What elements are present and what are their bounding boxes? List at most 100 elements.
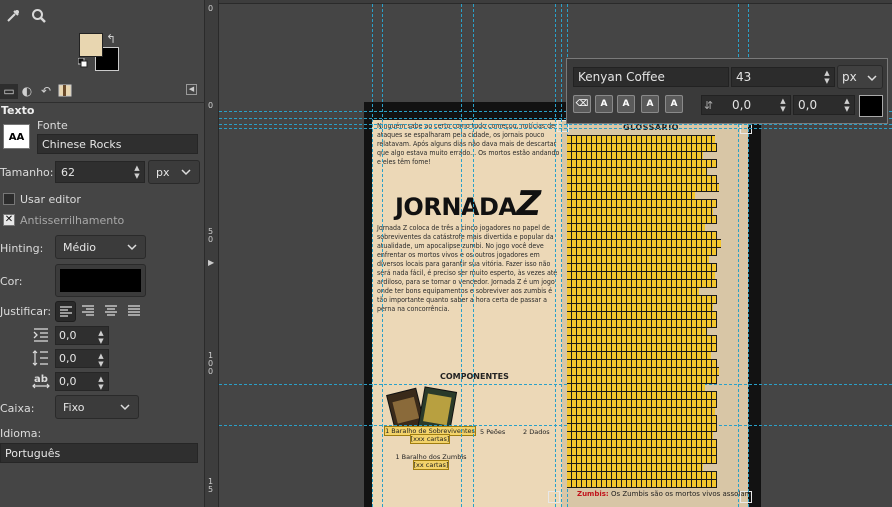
spin-arrows-icon[interactable]: ▲ ▼ (97, 352, 105, 368)
tool-options-icon[interactable]: ▭ (0, 84, 18, 99)
justify-left-button[interactable] (55, 301, 76, 322)
tab-menu-icon[interactable]: ◀ (186, 84, 197, 95)
text-color-swatch (60, 269, 141, 292)
size-label: Tamanho: (0, 166, 54, 179)
toolbox-font-input[interactable]: Kenyan Coffee (573, 67, 729, 87)
strikethrough-button[interactable]: A (665, 95, 683, 113)
underline-button[interactable]: A (641, 95, 659, 113)
toolbox-color-button[interactable] (859, 95, 883, 117)
justify-label: Justificar: (0, 305, 52, 318)
clear-style-button[interactable]: ⌫ (573, 95, 591, 113)
box-value: Fixo (63, 401, 85, 414)
language-label: Idioma: (0, 427, 42, 440)
component-count: [xxx cartas] (409, 434, 451, 444)
component-pawns: 5 Peões (480, 428, 506, 436)
box-select[interactable]: Fixo (55, 395, 139, 419)
jornada-z-logo: JORNADAZ (395, 184, 541, 224)
dock-tabs: ▭ ◐ ↶ (0, 81, 205, 103)
foreground-color-swatch[interactable] (79, 33, 103, 57)
line-spacing-input[interactable]: 0,0 ▲ ▼ (55, 349, 109, 368)
letter-spacing-input[interactable]: 0,0 ▲ ▼ (55, 372, 109, 391)
antialias-checkbox[interactable]: ✕ (3, 214, 15, 226)
zoom-icon[interactable] (31, 8, 47, 24)
chevron-down-icon (867, 75, 877, 82)
color-picker-icon[interactable] (5, 8, 21, 24)
align-left-icon (60, 306, 72, 317)
description-text: Jornada Z coloca de três a cinco jogador… (377, 224, 558, 313)
bold-button[interactable]: A (595, 95, 613, 113)
svg-text:ab: ab (34, 374, 48, 385)
indent-icon (32, 326, 50, 344)
component-zombie-deck: 1 Baralho dos Zumbis [xx cartas] (390, 453, 472, 470)
chevron-down-icon (120, 404, 130, 411)
ruler-label: 0 (208, 101, 214, 110)
align-center-icon (105, 305, 117, 316)
logo-text: JORNADA (395, 193, 517, 221)
component-survivor-deck: 1 Baralho de Sobreviventes [xxx cartas] (382, 426, 478, 444)
indent-input[interactable]: 0,0 ▲ ▼ (55, 326, 109, 345)
use-editor-label: Usar editor (20, 193, 81, 206)
component-count: [xx cartas] (412, 460, 450, 470)
baseline-value: 0,0 (732, 98, 752, 112)
antialias-label: Antisserrilhamento (20, 214, 125, 227)
size-unit-value: px (156, 166, 170, 179)
spin-arrows-icon[interactable]: ▲ ▼ (97, 329, 105, 345)
kerning-input[interactable]: 0,0 ▲ ▼ (793, 95, 855, 115)
text-box-handle[interactable] (740, 491, 752, 503)
spin-arrows-icon[interactable]: ▲ ▼ (779, 97, 787, 113)
box-label: Caixa: (0, 402, 35, 415)
indent-value: 0,0 (59, 329, 77, 342)
text-color-button[interactable] (55, 264, 146, 297)
ruler-label: 0 (208, 4, 214, 13)
chevron-down-icon (181, 169, 191, 176)
toolbox-size-input[interactable]: 43 ▲ ▼ (731, 67, 835, 87)
justify-fill-button[interactable] (124, 301, 145, 322)
ruler-toggle-icon[interactable]: ▶ (208, 258, 214, 267)
spin-arrows-icon[interactable]: ▲ ▼ (97, 375, 105, 391)
guide-vertical[interactable] (461, 4, 462, 507)
toolbox-unit-value: px (842, 70, 857, 84)
kerning-value: 0,0 (798, 98, 818, 112)
size-input[interactable]: 62 ▲ ▼ (55, 161, 145, 183)
use-editor-checkbox[interactable] (3, 193, 15, 205)
guide-vertical[interactable] (382, 4, 383, 507)
text-box-handle[interactable] (548, 491, 560, 503)
glossary-definition: Os Zumbis são os mortos vivos assolam (608, 490, 752, 498)
spin-arrows-icon[interactable]: ▲ ▼ (133, 164, 141, 180)
ruler-label: 5 0 (208, 227, 214, 244)
guide-vertical[interactable] (372, 4, 373, 507)
glossary-last-entry: Zumbis: Os Zumbis são os mortos vivos as… (577, 490, 751, 498)
guide-vertical[interactable] (561, 4, 562, 507)
baseline-input[interactable]: ⇵ 0,0 ▲ ▼ (701, 95, 791, 115)
on-canvas-text-toolbox: Kenyan Coffee 43 ▲ ▼ px ⌫ A A A A ⇵ 0,0 ▲… (566, 58, 888, 124)
guide-vertical[interactable] (555, 4, 556, 507)
glossary-term: Zumbis: (577, 490, 609, 498)
reset-colors-icon[interactable] (77, 57, 88, 68)
hinting-select[interactable]: Médio (55, 235, 146, 259)
size-value: 62 (61, 166, 75, 179)
chevron-down-icon (127, 244, 137, 251)
font-input[interactable]: Chinese Rocks (37, 134, 198, 154)
font-preview-thumbnail[interactable]: AA (3, 124, 30, 149)
images-icon[interactable] (57, 84, 73, 99)
hinting-label: Hinting: (0, 242, 44, 255)
justify-right-button[interactable] (78, 301, 99, 322)
components-title: COMPONENTES (440, 372, 509, 381)
swap-colors-icon[interactable]: ↰ (106, 32, 116, 46)
italic-button[interactable]: A (617, 95, 635, 113)
logo-z: Z (516, 184, 541, 224)
justify-center-button[interactable] (101, 301, 122, 322)
toolbox-unit-select[interactable]: px (837, 65, 883, 89)
letter-spacing-value: 0,0 (59, 375, 77, 388)
spin-arrows-icon[interactable]: ▲ ▼ (823, 69, 831, 85)
language-input[interactable]: Português (0, 443, 198, 463)
vertical-ruler[interactable]: 0 0 5 0 1 0 0 1 5 ▶ (205, 0, 219, 507)
device-status-icon[interactable]: ◐ (19, 84, 35, 99)
toolbox-size-value: 43 (736, 70, 752, 84)
spin-arrows-icon[interactable]: ▲ ▼ (843, 97, 851, 113)
undo-history-icon[interactable]: ↶ (38, 84, 54, 99)
align-justify-icon (128, 305, 140, 316)
guide-vertical[interactable] (473, 4, 474, 507)
ruler-label: 1 5 (208, 477, 214, 494)
size-unit-select[interactable]: px (148, 160, 200, 184)
